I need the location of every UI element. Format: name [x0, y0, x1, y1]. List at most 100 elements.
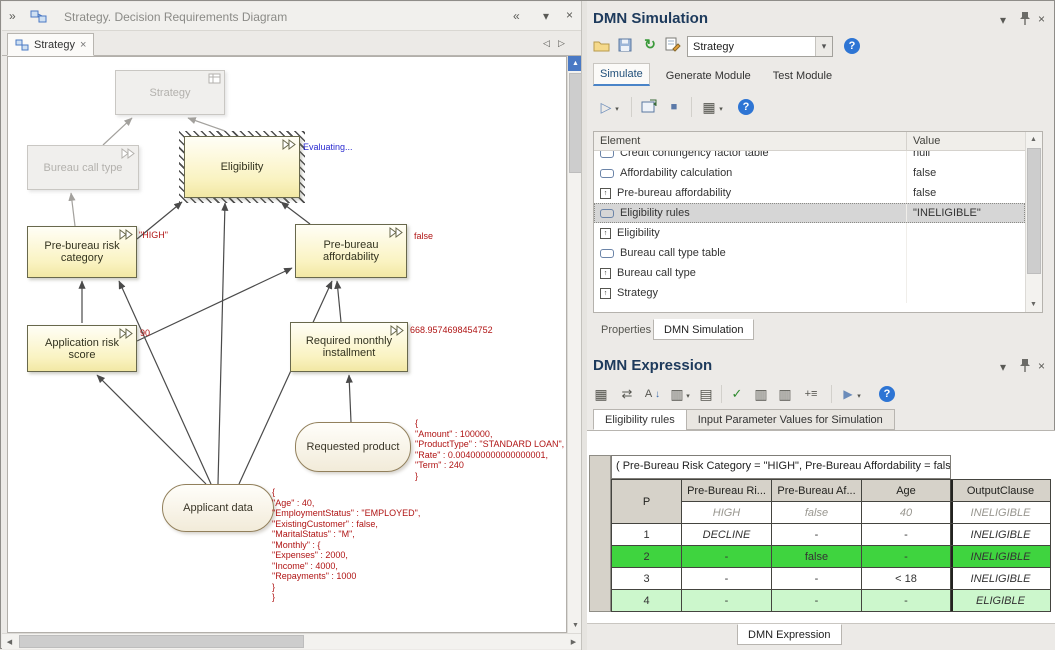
- node-pre-bureau-affordability[interactable]: Pre-bureau affordability: [295, 224, 407, 278]
- dt-cell[interactable]: -: [682, 568, 772, 590]
- node-applicant-data[interactable]: Applicant data: [162, 484, 274, 532]
- expand-icon[interactable]: »: [9, 9, 16, 23]
- open-folder-icon[interactable]: [593, 39, 610, 52]
- columns-options-icon[interactable]: ▾: [717, 104, 725, 114]
- node-application-risk-score[interactable]: Application risk score: [27, 325, 137, 372]
- column-right-icon[interactable]: ▥: [777, 386, 793, 402]
- dt-rule-number-partial[interactable]: 4: [612, 590, 682, 612]
- dt-cell[interactable]: DECLINE: [682, 524, 772, 546]
- canvas-horizontal-scrollbar[interactable]: ◀ ▶: [2, 633, 582, 649]
- decision-table-view-icon[interactable]: ▦: [593, 386, 609, 402]
- node-bureau-call-type[interactable]: Bureau call type: [27, 145, 139, 190]
- tab-dmn-expression[interactable]: DMN Expression: [737, 624, 842, 645]
- step-over-icon[interactable]: [641, 99, 658, 114]
- dt-header-input2[interactable]: Pre-Bureau Af...: [772, 480, 862, 502]
- dt-cell-matched[interactable]: INELIGIBLE: [951, 546, 1051, 568]
- node-requested-product[interactable]: Requested product: [295, 422, 411, 472]
- column-left-icon[interactable]: ▥: [753, 386, 769, 402]
- result-row[interactable]: ↑Strategy: [594, 283, 1025, 303]
- dt-rule-number[interactable]: 3: [612, 568, 682, 590]
- dt-cell[interactable]: -: [772, 568, 862, 590]
- scroll-thumb[interactable]: [1027, 148, 1041, 274]
- help-icon[interactable]: ?: [844, 38, 860, 54]
- result-row-selected[interactable]: Eligibility rules "INELIGIBLE": [594, 203, 1025, 223]
- result-row[interactable]: ↑Bureau call type: [594, 263, 1025, 283]
- expression-close-icon[interactable]: ×: [1038, 359, 1045, 373]
- simulation-target-select[interactable]: Strategy ▾: [687, 36, 833, 57]
- tab-dmn-simulation[interactable]: DMN Simulation: [653, 319, 754, 340]
- tab-eligibility-rules[interactable]: Eligibility rules: [593, 409, 687, 430]
- tab-strategy[interactable]: Strategy ×: [7, 33, 94, 56]
- dt-cell-matched[interactable]: -: [682, 546, 772, 568]
- run-expression-icon[interactable]: ▶: [841, 386, 855, 402]
- stop-simulation-icon[interactable]: ■: [667, 100, 681, 114]
- column-header-element[interactable]: Element: [594, 132, 907, 150]
- horizontal-scroll-thumb[interactable]: [19, 635, 304, 648]
- tab-scroll-next-icon[interactable]: ▷: [558, 36, 565, 50]
- scroll-down-button[interactable]: ▼: [1026, 297, 1041, 312]
- insert-column-options-icon[interactable]: ▾: [684, 391, 692, 401]
- merge-cells-icon[interactable]: ▤: [698, 386, 714, 402]
- sort-direction-icon[interactable]: ↓: [653, 388, 662, 401]
- node-eligibility[interactable]: Eligibility: [184, 136, 300, 198]
- dt-cell-partial[interactable]: -: [862, 590, 951, 612]
- run-expression-options-icon[interactable]: ▾: [855, 391, 863, 401]
- canvas-vertical-scrollbar[interactable]: ▲ ▼: [567, 56, 582, 633]
- edit-form-icon[interactable]: [665, 37, 681, 52]
- save-icon[interactable]: [618, 38, 632, 52]
- dt-cell-partial[interactable]: ELIGIBLE: [951, 590, 1051, 612]
- dt-cell-partial[interactable]: -: [772, 590, 862, 612]
- dt-header-priority[interactable]: P: [612, 480, 682, 524]
- results-scrollbar[interactable]: ▲ ▼: [1025, 132, 1042, 312]
- dt-cell-matched[interactable]: -: [862, 546, 951, 568]
- help-icon[interactable]: ?: [738, 99, 754, 115]
- dt-cell[interactable]: -: [772, 524, 862, 546]
- expression-pin-icon[interactable]: [1019, 358, 1031, 373]
- collapse-left-icon[interactable]: «: [513, 9, 520, 23]
- simulation-menu-icon[interactable]: ▾: [1000, 13, 1006, 27]
- display-columns-icon[interactable]: ▦: [701, 99, 717, 115]
- diagram-canvas[interactable]: Strategy Bureau call type Eligibility Pr…: [7, 56, 567, 633]
- hit-expression-cell[interactable]: ( Pre-Bureau Risk Category = "HIGH", Pre…: [611, 455, 951, 479]
- header-close-icon[interactable]: ×: [566, 8, 573, 22]
- result-row[interactable]: ↑Pre-bureau affordability false: [594, 183, 1025, 203]
- result-row[interactable]: Credit contingency factor table null: [594, 151, 1025, 163]
- result-row[interactable]: ↑Eligibility: [594, 223, 1025, 243]
- tab-properties[interactable]: Properties: [591, 319, 661, 340]
- tab-simulate[interactable]: Simulate: [593, 63, 650, 86]
- tab-scroll-prev-icon[interactable]: ◁: [543, 36, 550, 50]
- dt-cell[interactable]: INELIGIBLE: [951, 568, 1051, 590]
- scroll-up-button[interactable]: ▲: [1026, 132, 1041, 147]
- dt-cell-partial[interactable]: -: [682, 590, 772, 612]
- scroll-left-button[interactable]: ◀: [2, 634, 17, 649]
- tab-test-module[interactable]: Test Module: [767, 66, 838, 86]
- add-rule-row-icon[interactable]: +≡: [801, 386, 821, 402]
- scroll-right-button[interactable]: ▶: [566, 634, 581, 649]
- node-pre-bureau-risk-category[interactable]: Pre-bureau risk category: [27, 226, 137, 278]
- swap-inputs-icon[interactable]: ⇄: [619, 386, 635, 402]
- column-header-value[interactable]: Value: [907, 135, 1042, 147]
- run-simulation-icon[interactable]: ▷: [599, 99, 613, 115]
- combo-dropdown-icon[interactable]: ▾: [815, 37, 832, 56]
- dt-rule-number-matched[interactable]: 2: [612, 546, 682, 568]
- tab-close-icon[interactable]: ×: [80, 39, 86, 51]
- node-required-monthly-installment[interactable]: Required monthly installment: [290, 322, 408, 372]
- dt-cell[interactable]: -: [862, 524, 951, 546]
- header-menu-icon[interactable]: ▾: [543, 9, 549, 23]
- validate-table-icon[interactable]: ✓: [729, 386, 745, 402]
- tab-generate-module[interactable]: Generate Module: [660, 66, 757, 86]
- dt-header-input1[interactable]: Pre-Bureau Ri...: [682, 480, 772, 502]
- dt-rule-number[interactable]: 1: [612, 524, 682, 546]
- simulation-close-icon[interactable]: ×: [1038, 12, 1045, 26]
- result-row[interactable]: Affordability calculation false: [594, 163, 1025, 183]
- result-row[interactable]: Bureau call type table: [594, 243, 1025, 263]
- dt-header-output[interactable]: OutputClause: [951, 480, 1051, 502]
- expression-menu-icon[interactable]: ▾: [1000, 360, 1006, 374]
- run-options-icon[interactable]: ▾: [613, 104, 621, 114]
- node-strategy[interactable]: Strategy: [115, 70, 225, 115]
- dt-cell-matched[interactable]: false: [772, 546, 862, 568]
- dt-cell[interactable]: < 18: [862, 568, 951, 590]
- refresh-icon[interactable]: ↻: [642, 36, 658, 52]
- insert-column-icon[interactable]: ▥: [669, 386, 685, 402]
- dt-header-input3[interactable]: Age: [862, 480, 951, 502]
